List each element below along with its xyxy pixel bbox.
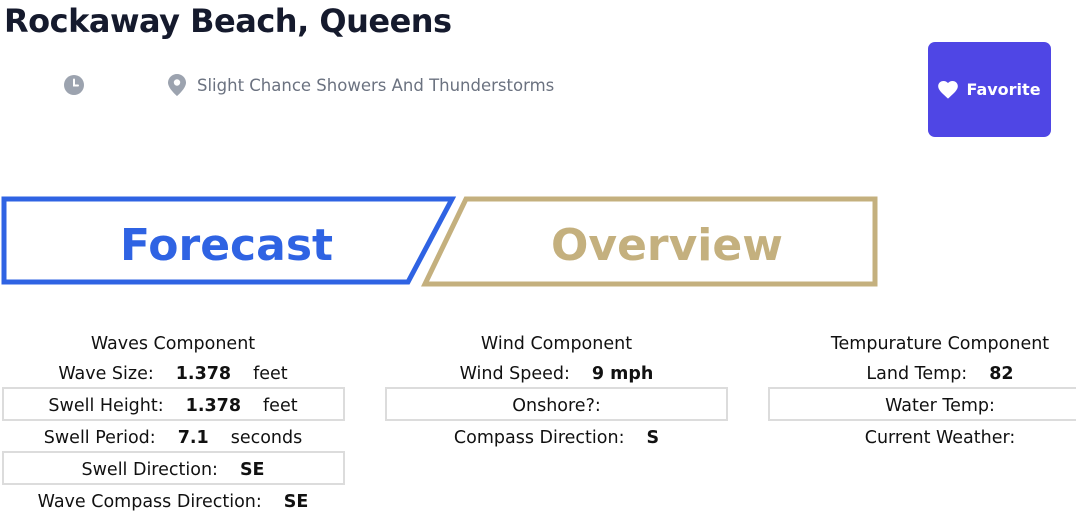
swell-period-value: 7.1 <box>177 428 209 448</box>
land-temp-label: Land Temp: <box>866 364 968 384</box>
weather-summary: Slight Chance Showers And Thunderstorms <box>197 76 555 95</box>
current-weather-label: Current Weather: <box>864 428 1016 448</box>
swell-period-label: Swell Period: <box>43 428 156 448</box>
wind-speed-label: Wind Speed: <box>459 364 570 384</box>
wave-size-value: 1.378 <box>175 364 232 384</box>
wave-size-unit: feet <box>253 364 288 384</box>
wind-compass-label: Compass Direction: <box>453 428 625 448</box>
map-pin-icon <box>168 74 186 96</box>
swell-height-label: Swell Height: <box>48 396 164 416</box>
swell-height-unit: feet <box>263 396 298 416</box>
wave-compass-value: SE <box>283 492 309 512</box>
wind-speed-row: Wind Speed: 9 mph <box>385 363 728 385</box>
waves-heading: Waves Component <box>90 334 256 354</box>
swell-period-row: Swell Period: 7.1 seconds <box>0 427 346 449</box>
wind-heading: Wind Component <box>480 334 633 354</box>
water-temp-label: Water Temp: <box>885 396 995 416</box>
onshore-label: Onshore?: <box>512 396 601 416</box>
wave-size-row: Wave Size: 1.378 feet <box>0 363 346 385</box>
tab-overview[interactable]: Overview <box>551 220 783 271</box>
current-weather-row: Current Weather: <box>768 427 1076 449</box>
temperature-heading: Tempurature Component <box>830 334 1050 354</box>
favorite-button[interactable]: Favorite <box>928 42 1051 137</box>
wave-size-label: Wave Size: <box>58 364 154 384</box>
land-temp-value: 82 <box>989 364 1014 384</box>
wind-compass-value: S <box>646 428 660 448</box>
swell-period-unit: seconds <box>230 428 303 448</box>
page-title: Rockaway Beach, Queens <box>4 2 452 40</box>
swell-height-value: 1.378 <box>185 396 242 416</box>
swell-direction-row: Swell Direction: SE <box>0 459 346 481</box>
wave-compass-label: Wave Compass Direction: <box>37 492 262 512</box>
water-temp-row: Water Temp: <box>768 395 1076 417</box>
favorite-label: Favorite <box>966 80 1041 99</box>
swell-direction-label: Swell Direction: <box>81 460 218 480</box>
onshore-row: Onshore?: <box>385 395 728 417</box>
swell-height-row: Swell Height: 1.378 feet <box>0 395 346 417</box>
wind-speed-value: 9 mph <box>591 364 654 384</box>
wave-compass-row: Wave Compass Direction: SE <box>0 491 346 513</box>
clock-icon <box>64 75 84 95</box>
heart-icon <box>938 80 959 99</box>
land-temp-row: Land Temp: 82 <box>768 363 1076 385</box>
wind-compass-row: Compass Direction: S <box>385 427 728 449</box>
swell-direction-value: SE <box>239 460 265 480</box>
tab-forecast[interactable]: Forecast <box>120 220 333 271</box>
